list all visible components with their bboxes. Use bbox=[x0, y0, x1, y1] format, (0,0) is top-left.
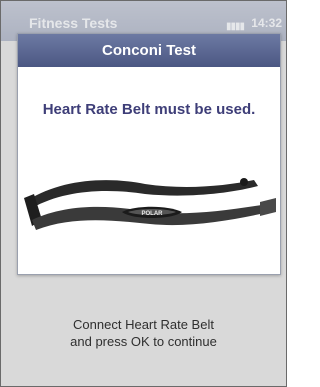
phone-screen: Fitness Tests ▮▮▮▮ 14:32 Conconi Test He… bbox=[0, 0, 287, 387]
signal-strength-indicator: ▮▮▮▮ bbox=[225, 21, 245, 32]
heart-rate-belt-image: POLAR bbox=[20, 172, 278, 242]
dialog-header: Conconi Test bbox=[18, 34, 280, 67]
brand-logo: POLAR bbox=[142, 211, 164, 217]
conconi-test-dialog: Conconi Test Heart Rate Belt must be use… bbox=[17, 33, 281, 275]
app-title: Fitness Tests bbox=[29, 15, 118, 31]
heart-rate-belt-illustration: POLAR bbox=[24, 178, 276, 230]
dialog-message: Heart Rate Belt must be used. bbox=[42, 101, 256, 118]
instruction-line-2: and press OK to continue bbox=[70, 334, 217, 349]
dialog-title: Conconi Test bbox=[102, 42, 196, 59]
instruction-line-1: Connect Heart Rate Belt bbox=[73, 317, 214, 332]
status-time: 14:32 bbox=[251, 16, 282, 30]
instruction-text: Connect Heart Rate Belt and press OK to … bbox=[1, 316, 286, 350]
